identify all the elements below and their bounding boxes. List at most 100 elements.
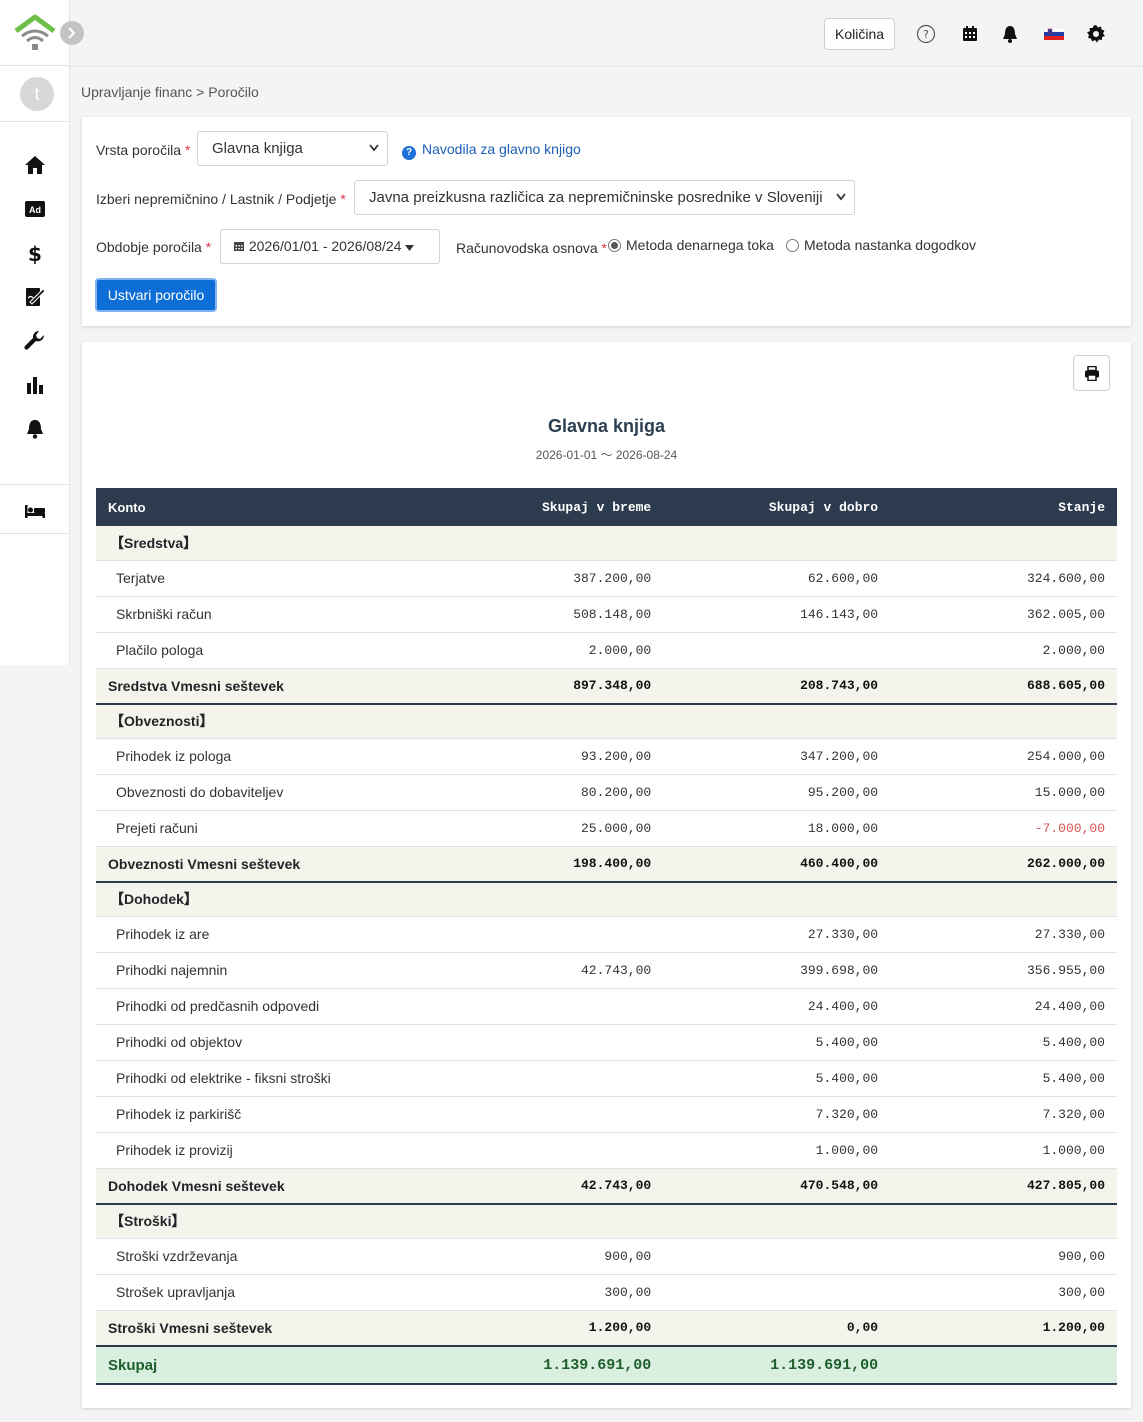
chevron-down-icon <box>369 144 379 152</box>
credit-amount <box>663 1238 891 1275</box>
table-row: Prihodki od elektrike - fiksni stroški 5.… <box>96 1060 1117 1097</box>
balance-amount: 300,00 <box>890 1274 1117 1311</box>
radio-button-selected[interactable] <box>608 239 621 252</box>
breadcrumb[interactable]: Upravljanje financ > Poročilo <box>81 84 259 100</box>
subtotal-debit: 897.348,00 <box>436 668 664 705</box>
quantity-button[interactable]: Količina <box>824 18 895 50</box>
notification-bell-icon[interactable] <box>1000 24 1020 44</box>
subtotal-balance: 262.000,00 <box>890 846 1117 883</box>
radio-cash-basis-label: Metoda denarnega toka <box>626 237 774 253</box>
subtotal-credit: 0,00 <box>663 1310 891 1347</box>
credit-amount: 5.400,00 <box>663 1060 891 1097</box>
chevron-right-icon <box>68 27 76 39</box>
debit-amount: 387.200,00 <box>436 560 664 597</box>
help-icon[interactable]: ? <box>916 24 936 44</box>
balance-amount: 362.005,00 <box>890 596 1117 633</box>
gear-icon[interactable] <box>1086 24 1106 44</box>
debit-amount <box>436 916 664 953</box>
debit-amount: 93.200,00 <box>436 738 664 775</box>
report-type-label: Vrsta poročila * <box>96 142 190 158</box>
nav-divider <box>0 484 70 485</box>
bar-chart-icon[interactable] <box>24 374 46 396</box>
subtotal-balance: 1.200,00 <box>890 1310 1117 1347</box>
report-type-label-text: Vrsta poročila <box>96 142 182 158</box>
account-name: Strošek upravljanja <box>96 1274 437 1311</box>
balance-amount: 324.600,00 <box>890 560 1117 597</box>
balance-amount: 15.000,00 <box>890 774 1117 811</box>
debit-amount: 80.200,00 <box>436 774 664 811</box>
table-row: Prihodki od objektov 5.400,00 5.400,00 <box>96 1024 1117 1061</box>
calendar-icon[interactable] <box>960 24 980 44</box>
credit-amount: 95.200,00 <box>663 774 891 811</box>
table-row: Prejeti računi 25.000,00 18.000,00 -7.000,0… <box>96 810 1117 847</box>
radio-cash-basis[interactable]: Metoda denarnega toka <box>608 237 774 253</box>
report-title: Glavna knjiga <box>547 416 666 436</box>
balance-amount: 5.400,00 <box>890 1060 1117 1097</box>
account-name: Skrbniški račun <box>96 596 437 633</box>
logo-icon[interactable] <box>14 14 56 52</box>
balance-amount: -7.000,00 <box>890 810 1117 847</box>
balance-amount: 2.000,00 <box>890 632 1117 669</box>
period-date-picker[interactable]: 2026/01/01 - 2026/08/24 <box>220 229 440 264</box>
dollar-icon[interactable]: $ <box>24 242 46 264</box>
generate-report-button[interactable]: Ustvari poročilo <box>95 278 217 312</box>
property-select[interactable]: Javna preizkusna različica za nepremični… <box>354 180 855 215</box>
property-value: Javna preizkusna različica za nepremični… <box>369 189 823 206</box>
balance-amount: 24.400,00 <box>890 988 1117 1025</box>
table-row: Obveznosti do dobaviteljev 80.200,00 95.20… <box>96 774 1117 811</box>
svg-text:?: ? <box>923 28 929 41</box>
home-icon[interactable] <box>24 154 46 176</box>
balance-amount: 254.000,00 <box>890 738 1117 775</box>
bell-icon[interactable] <box>24 418 46 440</box>
table-row: Strošek upravljanja 300,00 300,00 <box>96 1274 1117 1311</box>
subtotal-row: Dohodek Vmesni seštevek 42.743,00 470.548,… <box>96 1168 1117 1205</box>
report-type-select[interactable]: Glavna knjiga <box>197 131 388 166</box>
column-header-account: Konto <box>96 488 437 526</box>
collapse-sidebar-button[interactable] <box>60 21 84 45</box>
total-balance <box>890 1345 1117 1385</box>
table-row: Plačilo pologa 2.000,00 2.000,00 <box>96 632 1117 669</box>
total-debit: 1.139.691,00 <box>436 1345 664 1385</box>
account-name: Prihodki najemnin <box>96 952 437 989</box>
chevron-down-icon <box>836 193 846 201</box>
debit-amount: 42.743,00 <box>436 952 664 989</box>
basis-label: Računovodska osnova * <box>456 240 607 256</box>
section-name: 【Dohodek】 <box>96 882 1117 917</box>
bed-icon[interactable] <box>24 500 46 522</box>
wrench-icon[interactable] <box>24 330 46 352</box>
basis-label-text: Računovodska osnova <box>456 240 598 256</box>
property-label: Izberi nepremičnino / Lastnik / Podjetje… <box>96 191 346 207</box>
debit-amount <box>436 1060 664 1097</box>
account-name: Obveznosti do dobaviteljev <box>96 774 437 811</box>
subtotal-row: Sredstva Vmesni seštevek 897.348,00 208.74… <box>96 668 1117 705</box>
signature-icon[interactable] <box>24 286 46 308</box>
column-header-credit: Skupaj v dobro <box>663 488 891 526</box>
table-row: Prihodek iz provizij 1.000,00 1.000,00 <box>96 1132 1117 1169</box>
credit-amount: 1.000,00 <box>663 1132 891 1169</box>
question-icon: ? <box>402 146 416 160</box>
balance-amount: 5.400,00 <box>890 1024 1117 1061</box>
subtotal-label: Sredstva Vmesni seštevek <box>96 668 437 705</box>
credit-amount: 399.698,00 <box>663 952 891 989</box>
radio-accrual-basis[interactable]: Metoda nastanka dogodkov <box>786 237 976 253</box>
debit-amount <box>436 1096 664 1133</box>
report-form-panel: Vrsta poročila * Glavna knjiga ? Navodila… <box>82 117 1131 326</box>
avatar[interactable]: t <box>20 77 54 111</box>
ad-icon[interactable]: Ad <box>24 198 46 220</box>
help-link[interactable]: ? Navodila za glavno knjigo <box>402 141 581 160</box>
print-button[interactable] <box>1073 355 1110 391</box>
report-type-value: Glavna knjiga <box>212 140 303 157</box>
language-flag-icon[interactable] <box>1044 24 1064 44</box>
ledger-table: Konto Skupaj v breme Skupaj v dobro Stan… <box>96 488 1117 1385</box>
credit-amount: 5.400,00 <box>663 1024 891 1061</box>
avatar-area: t <box>0 66 70 122</box>
subtotal-debit: 42.743,00 <box>436 1168 664 1205</box>
column-header-debit: Skupaj v breme <box>436 488 664 526</box>
account-name: Prihodki od elektrike - fiksni stroški <box>96 1060 437 1097</box>
subtotal-debit: 1.200,00 <box>436 1310 664 1347</box>
subtotal-label: Obveznosti Vmesni seštevek <box>96 846 437 883</box>
calendar-icon <box>234 242 244 251</box>
subtotal-credit: 208.743,00 <box>663 668 891 705</box>
radio-button[interactable] <box>786 239 799 252</box>
topbar: Količina ? <box>70 0 1143 67</box>
